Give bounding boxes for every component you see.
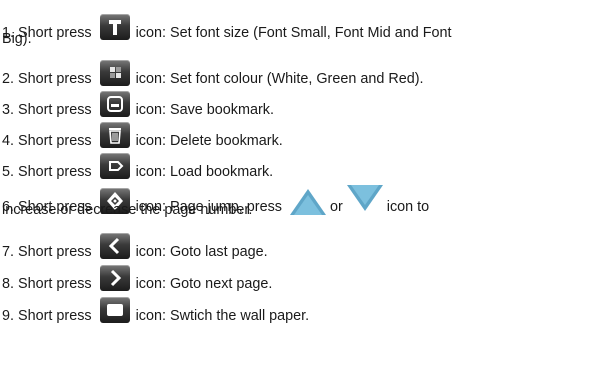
item-3-text: icon: Save bookmark. — [135, 102, 274, 118]
item-2-text: icon: Set font colour (White, Green and … — [135, 71, 424, 87]
list-item-4: 4. Short press icon: Delete bookmark. — [2, 122, 283, 150]
or-text: or — [329, 199, 343, 215]
list-item-3: 3. Short press icon: Save bookmark. — [2, 91, 274, 119]
item-4-prefix: 4. Short press — [2, 133, 92, 149]
load-bookmark-icon — [99, 153, 130, 179]
save-bookmark-icon — [99, 91, 130, 117]
item-9-prefix: 9. Short press — [2, 308, 92, 324]
item-8-prefix: 8. Short press — [2, 276, 92, 292]
list-item-7: 7. Short press icon: Goto last page. — [2, 233, 268, 261]
list-item-5: 5. Short press icon: Load bookmark. — [2, 153, 273, 181]
instruction-list: 1. Short press icon: Set font size (Font… — [0, 0, 589, 385]
list-item-8: 8. Short press icon: Goto next page. — [2, 265, 272, 293]
list-item-1: 1. Short press icon: Set font size (Font… — [2, 14, 452, 42]
item-9-text: icon: Swtich the wall paper. — [135, 308, 310, 324]
item-6-text-2: icon to — [386, 199, 430, 215]
item-1-text: icon: Set font size (Font Small, Font Mi… — [135, 25, 452, 41]
font-colour-icon — [99, 60, 130, 86]
arrow-down-icon — [346, 185, 383, 215]
list-item-6-continued: increase or decrease the page number. — [2, 202, 253, 218]
item-5-text: icon: Load bookmark. — [135, 164, 274, 180]
list-item-1-continued: Big). — [2, 31, 32, 47]
item-2-prefix: 2. Short press — [2, 71, 92, 87]
item-3-prefix: 3. Short press — [2, 102, 92, 118]
item-7-text: icon: Goto last page. — [135, 244, 268, 260]
arrow-up-icon — [289, 185, 326, 215]
item-8-text: icon: Goto next page. — [135, 276, 273, 292]
item-4-text: icon: Delete bookmark. — [135, 133, 283, 149]
wallpaper-icon — [99, 297, 130, 323]
previous-page-icon — [99, 233, 130, 259]
next-page-icon — [99, 265, 130, 291]
item-5-prefix: 5. Short press — [2, 164, 92, 180]
list-item-9: 9. Short press icon: Swtich the wall pap… — [2, 297, 309, 325]
item-7-prefix: 7. Short press — [2, 244, 92, 260]
font-size-icon — [99, 14, 130, 40]
list-item-2: 2. Short press icon: Set font colour (Wh… — [2, 60, 424, 88]
delete-bookmark-icon — [99, 122, 130, 148]
